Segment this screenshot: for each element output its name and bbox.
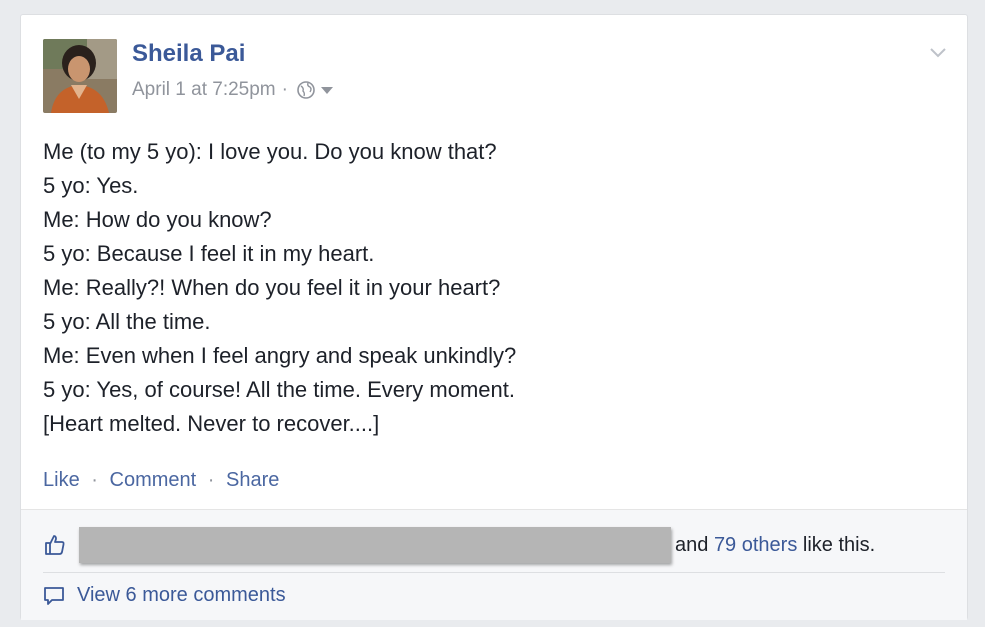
comment-link[interactable]: Comment xyxy=(110,469,197,491)
post-timestamp[interactable]: April 1 at 7:25pm xyxy=(132,79,276,101)
likes-suffix: like this. xyxy=(802,533,876,556)
avatar[interactable] xyxy=(43,39,117,113)
avatar-image xyxy=(43,39,117,113)
view-more-comments-label[interactable]: View 6 more comments xyxy=(77,584,286,607)
globe-icon[interactable] xyxy=(296,80,316,100)
author-name[interactable]: Sheila Pai xyxy=(132,40,245,68)
post-actions: Like · Comment · Share xyxy=(43,469,279,492)
others-link[interactable]: 79 others xyxy=(714,534,797,556)
meta-separator: · xyxy=(281,79,288,100)
post-line: Me: How do you know? xyxy=(43,207,272,232)
thumbs-up-icon xyxy=(45,535,65,555)
post-line: 5 yo: Because I feel it in my heart. xyxy=(43,241,375,266)
post-line: Me: Really?! When do you feel it in your… xyxy=(43,275,501,300)
post-card: Sheila Pai April 1 at 7:25pm · Me (to my… xyxy=(20,14,968,620)
chevron-down-icon[interactable] xyxy=(929,47,947,59)
divider xyxy=(43,572,945,573)
post-line: Me: Even when I feel angry and speak unk… xyxy=(43,343,517,368)
post-body: Me (to my 5 yo): I love you. Do you know… xyxy=(43,135,516,441)
caret-down-icon[interactable] xyxy=(320,85,334,95)
action-separator: · xyxy=(207,469,215,491)
post-line: 5 yo: Yes, of course! All the time. Ever… xyxy=(43,377,516,402)
likes-text: and 79 others like this. xyxy=(675,534,875,557)
post-line: [Heart melted. Never to recover....] xyxy=(43,411,380,436)
like-link[interactable]: Like xyxy=(43,469,80,491)
post-line: Me (to my 5 yo): I love you. Do you know… xyxy=(43,139,497,164)
redacted-names xyxy=(79,527,671,563)
post-line: 5 yo: Yes. xyxy=(43,173,139,198)
comment-bubble-icon xyxy=(44,586,64,605)
share-link[interactable]: Share xyxy=(226,469,279,491)
post-footer: and 79 others like this. View 6 more com… xyxy=(21,509,967,620)
view-more-comments[interactable]: View 6 more comments xyxy=(43,584,286,607)
likes-summary: and 79 others like this. xyxy=(43,524,945,566)
post-line: 5 yo: All the time. xyxy=(43,309,211,334)
action-separator: · xyxy=(91,469,98,491)
likes-prefix: and xyxy=(675,533,709,556)
post-meta: April 1 at 7:25pm · xyxy=(132,79,334,101)
